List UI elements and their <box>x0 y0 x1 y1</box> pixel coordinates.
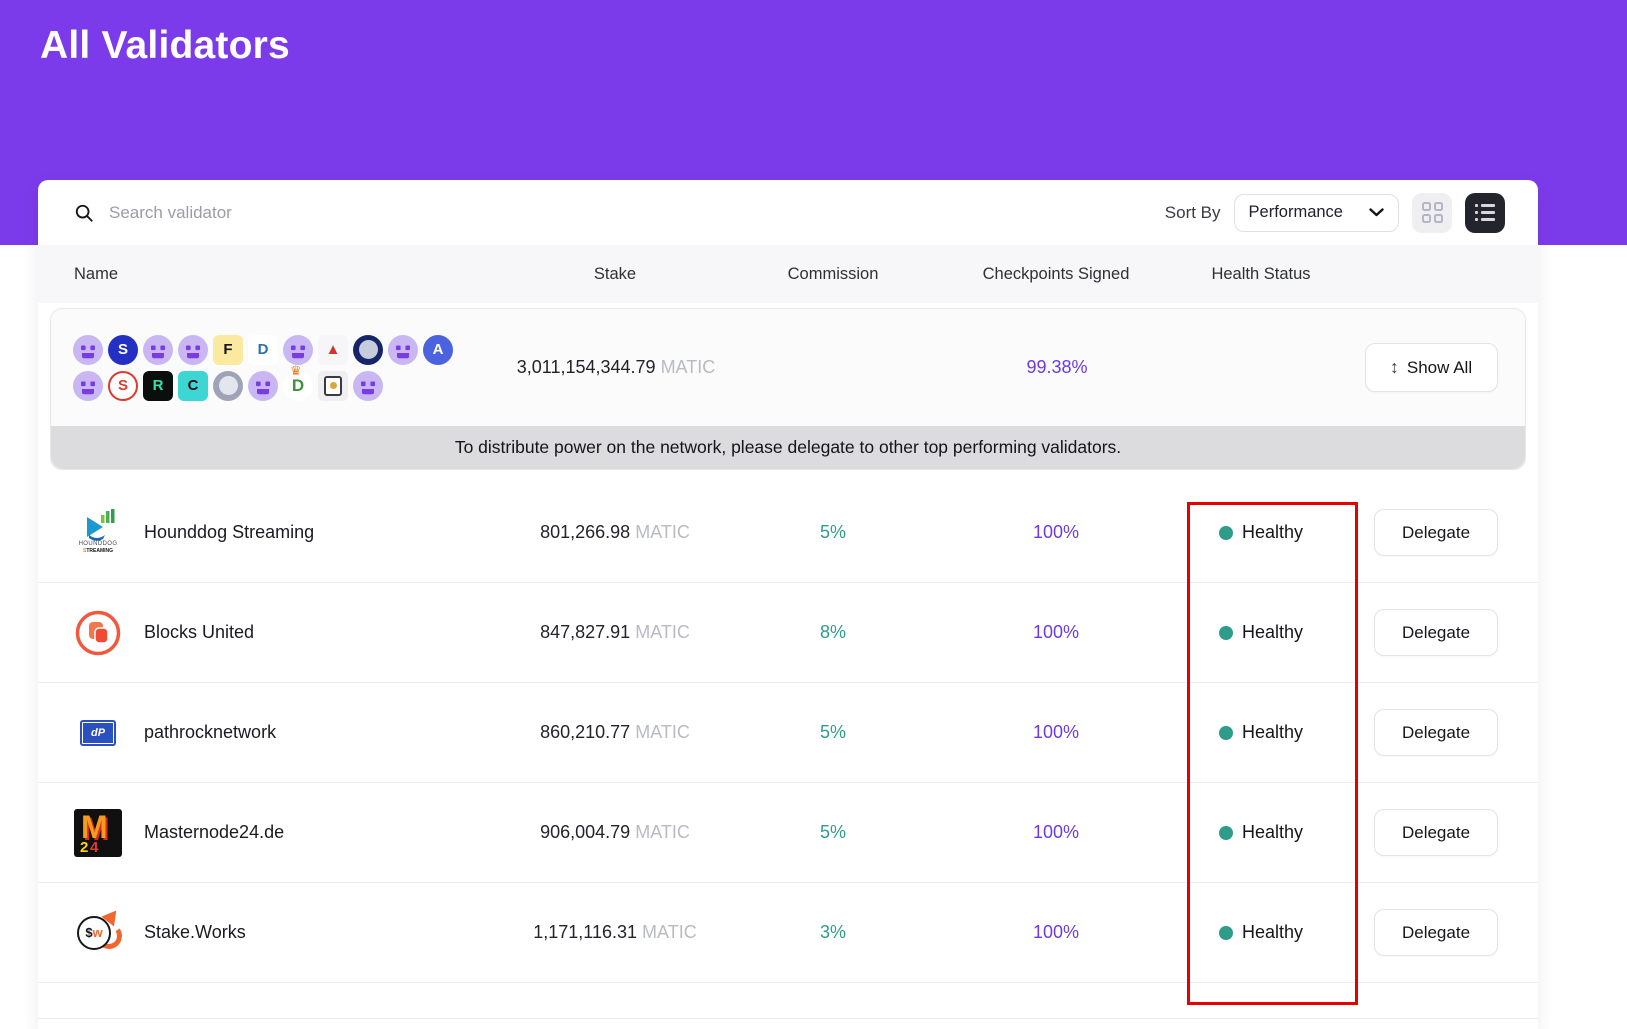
top-validators-block: S F D ▲ A S R C D ♛ 3,011,154,344.79 MATIC 99.38… <box>50 308 1526 470</box>
updown-arrow-icon: ↕ <box>1389 357 1399 377</box>
healthy-dot-icon <box>1218 625 1233 640</box>
validator-row: M 2 4 Masternode24.de 906,004.79 MATIC 5… <box>38 783 1538 883</box>
sort-area: Sort By Performance <box>1164 192 1505 233</box>
column-header-stake: Stake <box>593 264 637 283</box>
validator-name: Masternode24.de <box>144 822 285 842</box>
default-validator-avatar <box>178 334 208 365</box>
default-validator-avatar <box>73 334 103 365</box>
default-validator-avatar <box>283 334 313 365</box>
stake-value: 847,827.91 MATIC <box>540 622 690 642</box>
commission-value: 5% <box>819 522 846 542</box>
show-all-button[interactable]: ↕ Show All <box>1364 343 1498 392</box>
health-status: Healthy <box>1188 722 1334 743</box>
checkpoints-value: 100% <box>1032 722 1080 742</box>
commission-value: 3% <box>819 922 846 942</box>
validators-card: Sort By Performance Name Stake Commissio… <box>38 180 1538 1029</box>
healthy-dot-icon <box>1218 825 1233 840</box>
health-status: Healthy <box>1188 922 1334 943</box>
moon-logo-avatar <box>353 334 383 365</box>
hounddog-streaming-logo: HOUNDDOG STREAMING <box>74 508 122 557</box>
globe-logo-avatar <box>213 370 243 401</box>
blocks-united-logo <box>74 609 122 657</box>
top-validators-row: S F D ▲ A S R C D ♛ 3,011,154,344.79 MATIC 99.38… <box>51 309 1525 426</box>
validator-row: dP pathrocknetwork 860,210.77 MATIC 5% 1… <box>38 683 1538 783</box>
page-title: All Validators <box>40 24 290 67</box>
commission-value: 5% <box>819 722 846 742</box>
delegate-button[interactable]: Delegate <box>1374 609 1498 656</box>
default-validator-avatar <box>248 370 278 401</box>
checkpoints-value: 100% <box>1032 922 1080 942</box>
aggregate-stake: 3,011,154,344.79 MATIC <box>516 357 716 377</box>
pathrocknetwork-logo: dP <box>74 709 122 757</box>
masternode24-logo: M 2 4 <box>74 808 122 857</box>
commission-value: 5% <box>819 822 846 842</box>
sort-select[interactable]: Performance <box>1233 193 1399 232</box>
delegate-notice-banner: To distribute power on the network, plea… <box>51 426 1525 469</box>
toolbar: Sort By Performance <box>38 180 1538 245</box>
health-status: Healthy <box>1188 822 1334 843</box>
sort-by-label: Sort By <box>1164 202 1221 222</box>
validator-name: Stake.Works <box>144 922 246 942</box>
teal-r-logo-avatar: R <box>143 370 173 401</box>
delegate-button[interactable]: Delegate <box>1374 509 1498 556</box>
validator-row: HOUNDDOG STREAMING Hounddog Streaming 80… <box>38 483 1538 583</box>
teal-c-logo-avatar: C <box>178 370 208 401</box>
stake-value: 860,210.77 MATIC <box>540 722 690 742</box>
default-validator-avatar <box>73 370 103 401</box>
grid-view-icon <box>1421 202 1443 223</box>
vault-logo-avatar <box>318 370 348 401</box>
delegate-button[interactable]: Delegate <box>1374 709 1498 756</box>
validator-avatars: S F D ▲ A S R C D ♛ <box>51 334 489 401</box>
crown-d-logo-avatar: D ♛ <box>283 363 313 401</box>
stake-value: 1,171,116.31 MATIC <box>533 922 697 942</box>
checkpoints-value: 100% <box>1032 522 1080 542</box>
stake-works-logo: $ w <box>74 905 125 957</box>
checkpoints-value: 100% <box>1032 622 1080 642</box>
healthy-dot-icon <box>1218 925 1233 940</box>
blue-s-logo-avatar: S <box>108 334 138 365</box>
column-header-checkpoints: Checkpoints Signed <box>982 264 1130 283</box>
health-status: Healthy <box>1188 622 1334 643</box>
default-validator-avatar <box>353 370 383 401</box>
search-icon <box>75 204 93 222</box>
default-validator-avatar <box>143 334 173 365</box>
default-validator-avatar <box>388 334 418 365</box>
sort-select-value: Performance <box>1248 203 1343 221</box>
aggregate-checkpoints: 99.38% <box>1026 357 1088 377</box>
stake-value: 801,266.98 MATIC <box>540 522 690 542</box>
column-header-health: Health Status <box>1211 264 1311 283</box>
blue-d-logo-avatar: D <box>248 334 278 365</box>
column-header-name: Name <box>74 264 119 283</box>
healthy-dot-icon <box>1218 725 1233 740</box>
validator-row: $ w Stake.Works 1,171,116.31 MATIC 3% 100… <box>38 883 1538 983</box>
validator-name: Blocks United <box>144 622 255 642</box>
validator-name: Hounddog Streaming <box>144 522 315 542</box>
red-s-logo-avatar: S <box>108 370 138 401</box>
checkpoints-value: 100% <box>1032 822 1080 842</box>
grid-view-button[interactable] <box>1412 192 1452 233</box>
validator-list: HOUNDDOG STREAMING Hounddog Streaming 80… <box>38 483 1538 1019</box>
chevron-down-icon <box>1369 208 1384 217</box>
table-header: Name Stake Commission Checkpoints Signed… <box>38 245 1538 303</box>
row-spacer <box>38 983 1538 1019</box>
red-mountain-logo-avatar: ▲ <box>318 334 348 365</box>
search-input[interactable] <box>109 202 529 223</box>
health-status: Healthy <box>1188 522 1334 543</box>
stake-value: 906,004.79 MATIC <box>540 822 690 842</box>
blue-a-logo-avatar: A <box>423 334 453 365</box>
list-view-button[interactable] <box>1465 192 1505 233</box>
column-header-commission: Commission <box>787 264 879 283</box>
healthy-dot-icon <box>1218 525 1233 540</box>
list-view-icon <box>1475 204 1495 221</box>
commission-value: 8% <box>819 622 846 642</box>
yellow-f-logo-avatar: F <box>213 334 243 365</box>
search-bar <box>74 202 1165 223</box>
delegate-button[interactable]: Delegate <box>1374 809 1498 856</box>
validator-row: Blocks United 847,827.91 MATIC 8% 100% H… <box>38 583 1538 683</box>
stake-unit: MATIC <box>660 357 716 377</box>
delegate-button[interactable]: Delegate <box>1374 909 1498 956</box>
validator-name: pathrocknetwork <box>144 722 277 742</box>
